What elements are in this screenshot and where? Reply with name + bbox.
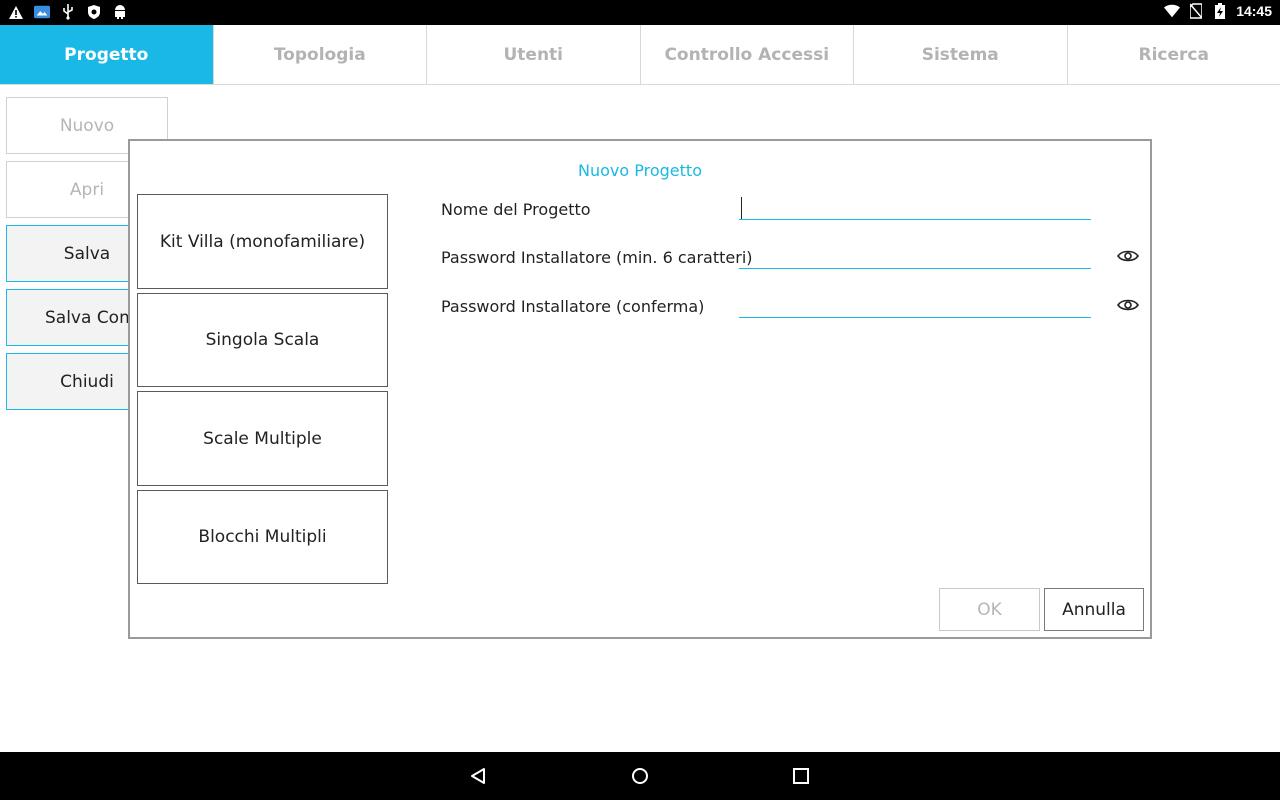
text-cursor [741, 197, 742, 219]
tab-progetto[interactable]: Progetto [0, 25, 214, 84]
no-sim-icon [1188, 3, 1204, 19]
dialog-title: Nuovo Progetto [578, 161, 702, 180]
template-singola-scala-button[interactable]: Singola Scala [137, 293, 388, 387]
password-confirm-input[interactable] [739, 292, 1091, 318]
password-confirm-label: Password Installatore (conferma) [441, 297, 705, 316]
ok-button[interactable]: OK [939, 588, 1040, 631]
battery-charging-icon [1212, 3, 1228, 19]
clock: 14:45 [1236, 3, 1272, 19]
navigation-bar [0, 752, 1280, 800]
status-bar: 14:45 [0, 0, 1280, 25]
back-icon[interactable] [466, 764, 490, 788]
project-name-input[interactable] [739, 194, 1091, 220]
password-input[interactable] [739, 243, 1091, 269]
tab-ricerca[interactable]: Ricerca [1067, 25, 1280, 84]
password-label: Password Installatore (min. 6 caratteri) [441, 248, 753, 267]
annulla-button[interactable]: Annulla [1044, 588, 1144, 631]
shield-icon [86, 4, 102, 20]
tab-controllo-accessi[interactable]: Controllo Accessi [640, 25, 854, 84]
new-project-dialog: Nuovo Progetto Kit Villa (monofamiliare)… [128, 139, 1152, 639]
template-scale-multiple-button[interactable]: Scale Multiple [137, 391, 388, 486]
project-name-label: Nome del Progetto [441, 200, 591, 219]
home-icon[interactable] [628, 764, 652, 788]
show-password-confirm-eye-icon[interactable] [1117, 298, 1139, 312]
recents-icon[interactable] [789, 764, 813, 788]
android-icon [112, 4, 128, 20]
tab-utenti[interactable]: Utenti [427, 25, 641, 84]
show-password-eye-icon[interactable] [1117, 249, 1139, 263]
tab-sistema[interactable]: Sistema [854, 25, 1068, 84]
main-tabs: Progetto Topologia Utenti Controllo Acce… [0, 25, 1280, 85]
warning-icon [8, 4, 24, 20]
tab-topologia[interactable]: Topologia [213, 25, 427, 84]
wifi-icon [1164, 3, 1181, 19]
template-kit-villa-button[interactable]: Kit Villa (monofamiliare) [137, 194, 388, 289]
image-app-icon [34, 4, 50, 20]
usb-icon [60, 4, 76, 20]
template-blocchi-multipli-button[interactable]: Blocchi Multipli [137, 490, 388, 584]
